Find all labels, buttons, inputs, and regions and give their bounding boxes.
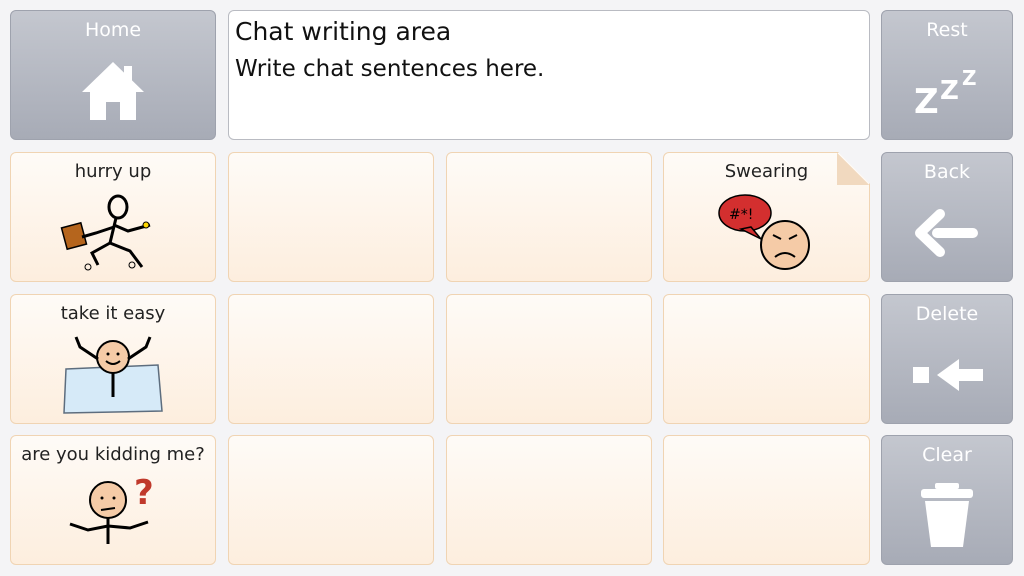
chat-writing-area[interactable]: Chat writing area Write chat sentences h… bbox=[228, 10, 870, 140]
folder-label: Swearing bbox=[724, 161, 809, 182]
delete-button[interactable]: Delete bbox=[881, 294, 1013, 424]
back-button[interactable]: Back bbox=[881, 152, 1013, 282]
delete-label: Delete bbox=[915, 303, 979, 325]
home-icon bbox=[11, 51, 215, 131]
empty-cell[interactable] bbox=[228, 435, 434, 565]
clear-button[interactable]: Clear bbox=[881, 435, 1013, 565]
svg-text:#*!: #*! bbox=[729, 207, 753, 223]
running-person-icon bbox=[11, 189, 215, 277]
relaxing-person-icon bbox=[11, 331, 215, 419]
phrase-are-you-kidding-me[interactable]: are you kidding me? ? bbox=[10, 435, 216, 565]
chat-title: Chat writing area bbox=[235, 17, 452, 46]
home-button[interactable]: Home bbox=[10, 10, 216, 140]
folder-swearing[interactable]: Swearing #*! bbox=[663, 152, 870, 282]
phrase-take-it-easy[interactable]: take it easy bbox=[10, 294, 216, 424]
empty-cell[interactable] bbox=[228, 152, 434, 282]
phrase-label: hurry up bbox=[74, 161, 152, 182]
svg-text:?: ? bbox=[134, 474, 154, 513]
svg-text:Z: Z bbox=[914, 82, 939, 121]
phrase-hurry-up[interactable]: hurry up bbox=[10, 152, 216, 282]
empty-cell[interactable] bbox=[446, 294, 652, 424]
sleep-zzz-icon: Z Z Z bbox=[882, 51, 1012, 131]
phrase-label: are you kidding me? bbox=[21, 444, 205, 465]
back-label: Back bbox=[923, 161, 971, 183]
empty-cell[interactable] bbox=[663, 294, 870, 424]
empty-cell[interactable] bbox=[446, 152, 652, 282]
rest-button[interactable]: Rest Z Z Z bbox=[881, 10, 1013, 140]
chat-placeholder: Write chat sentences here. bbox=[235, 56, 545, 82]
arrow-left-icon bbox=[882, 193, 1012, 273]
angry-face-speech-icon: #*! bbox=[664, 189, 869, 277]
empty-cell[interactable] bbox=[228, 294, 434, 424]
rest-label: Rest bbox=[926, 19, 968, 41]
empty-cell[interactable] bbox=[663, 435, 870, 565]
clear-label: Clear bbox=[922, 444, 972, 466]
confused-person-icon: ? bbox=[11, 472, 215, 560]
svg-text:Z: Z bbox=[940, 76, 959, 106]
phrase-label: take it easy bbox=[60, 303, 166, 324]
backspace-icon bbox=[882, 335, 1012, 415]
svg-text:Z: Z bbox=[962, 66, 977, 90]
empty-cell[interactable] bbox=[446, 435, 652, 565]
home-label: Home bbox=[84, 19, 142, 41]
trash-icon bbox=[882, 476, 1012, 556]
